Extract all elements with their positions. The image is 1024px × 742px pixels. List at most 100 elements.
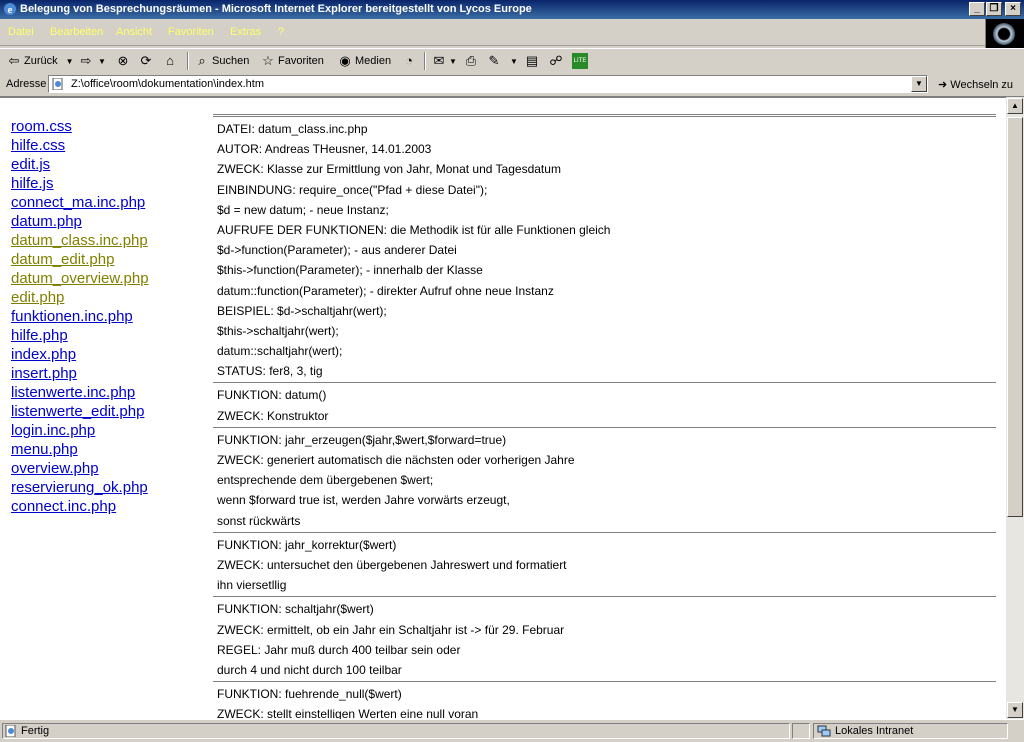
- address-dropdown-icon[interactable]: ▼: [911, 76, 927, 92]
- menu-bar: Datei Bearbeiten Ansicht Favoriten Extra…: [0, 20, 1024, 46]
- print-button[interactable]: ⎙: [463, 52, 481, 70]
- file-link[interactable]: edit.js: [11, 155, 149, 174]
- file-link[interactable]: index.php: [11, 345, 149, 364]
- doc-line: ZWECK: ermittelt, ob ein Jahr ein Schalt…: [217, 622, 565, 637]
- refresh-icon: ⟳: [140, 53, 152, 68]
- history-button[interactable]: ◔: [401, 52, 419, 70]
- back-label: Zurück: [24, 55, 58, 67]
- menu-help[interactable]: ?: [278, 26, 284, 38]
- file-link[interactable]: room.css: [11, 117, 149, 136]
- file-link[interactable]: datum_overview.php: [11, 269, 149, 288]
- file-link[interactable]: datum.php: [11, 212, 149, 231]
- doc-line: ZWECK: untersuchet den übergebenen Jahre…: [217, 557, 567, 572]
- menu-ansicht[interactable]: Ansicht: [116, 26, 152, 38]
- doc-line: datum::function(Parameter); - direkter A…: [217, 283, 554, 298]
- doc-line: REGEL: Jahr muß durch 400 teilbar sein o…: [217, 642, 461, 657]
- refresh-button[interactable]: ⟳: [138, 52, 156, 70]
- page-content: room.css hilfe.css edit.js hilfe.js connect_…: [0, 97, 1006, 720]
- search-button[interactable]: ⌕ Suchen: [194, 52, 249, 70]
- edit-dropdown-icon[interactable]: ▼: [510, 57, 518, 66]
- doc-line: wenn $forward true ist, werden Jahre vor…: [217, 493, 510, 508]
- scroll-down-icon[interactable]: ▼: [1007, 702, 1023, 718]
- doc-line: $d->function(Parameter); - aus anderer D…: [217, 243, 457, 258]
- scroll-up-icon[interactable]: ▲: [1007, 98, 1023, 114]
- file-link[interactable]: datum_class.inc.php: [11, 231, 149, 250]
- doc-section: FUNKTION: jahr_erzeugen($jahr,$wert,$for…: [213, 428, 996, 533]
- status-message: Fertig: [2, 723, 790, 739]
- go-button[interactable]: ➜ Wechseln zu: [938, 78, 1013, 91]
- edit-button[interactable]: ✎ ▼: [486, 52, 518, 70]
- doc-line: $this->schaltjahr(wert);: [217, 323, 339, 338]
- close-button[interactable]: ×: [1005, 2, 1021, 16]
- file-link[interactable]: login.inc.php: [11, 421, 149, 440]
- doc-line: $d = new datum; - neue Instanz;: [217, 202, 389, 217]
- status-bar: Fertig Lokales Intranet: [0, 719, 1024, 742]
- menu-bearbeiten[interactable]: Bearbeiten: [50, 26, 103, 38]
- menu-favoriten[interactable]: Favoriten: [168, 26, 214, 38]
- edit-icon: ✎: [488, 53, 500, 68]
- doc-line: FUNKTION: schaltjahr($wert): [217, 602, 374, 617]
- lycos-lite-button[interactable]: LITE: [572, 52, 590, 70]
- menu-extras[interactable]: Extras: [230, 26, 261, 38]
- address-value: Z:\office\room\dokumentation\index.htm: [71, 78, 265, 90]
- file-link[interactable]: connect_ma.inc.php: [11, 193, 149, 212]
- file-link[interactable]: listenwerte.inc.php: [11, 383, 149, 402]
- file-list: room.css hilfe.css edit.js hilfe.js connect_…: [11, 117, 149, 516]
- go-arrow-icon: ➜: [938, 79, 948, 91]
- doc-line: datum::schaltjahr(wert);: [217, 344, 343, 359]
- forward-button[interactable]: ⇨ ▼: [78, 52, 106, 70]
- messenger-button[interactable]: ☍: [548, 52, 566, 70]
- doc-section: DATEI: datum_class.inc.php AUTOR: Andreas…: [213, 117, 996, 384]
- stop-button[interactable]: ⊗: [115, 52, 133, 70]
- search-icon: ⌕: [198, 53, 206, 68]
- doc-line: STATUS: fer8, 3, tig: [217, 364, 323, 379]
- doc-section: FUNKTION: datum() ZWECK: Konstruktor: [213, 383, 996, 428]
- media-button[interactable]: ◉ Medien: [337, 52, 391, 70]
- file-link[interactable]: reservierung_ok.php: [11, 478, 149, 497]
- toolbar-separator: [424, 52, 426, 70]
- status-cell: [792, 723, 810, 739]
- maximize-button[interactable]: ❐: [986, 2, 1002, 16]
- back-dropdown-icon[interactable]: ▼: [66, 57, 74, 66]
- address-label: Adresse: [6, 78, 47, 90]
- ie-logo-icon: e: [4, 3, 16, 16]
- discuss-button[interactable]: ▤: [524, 52, 542, 70]
- media-icon: ◉: [339, 53, 351, 68]
- menu-datei[interactable]: Datei: [8, 26, 34, 38]
- doc-line: ZWECK: Klasse zur Ermittlung von Jahr, M…: [217, 162, 561, 177]
- mail-button[interactable]: ✉ ▼: [431, 52, 457, 70]
- file-link[interactable]: hilfe.php: [11, 326, 149, 345]
- favorites-label: Favoriten: [278, 55, 324, 67]
- file-link[interactable]: connect.inc.php: [11, 497, 149, 516]
- forward-dropdown-icon[interactable]: ▼: [98, 57, 106, 66]
- file-link[interactable]: hilfe.css: [11, 136, 149, 155]
- title-bar: e Belegung von Besprechungsräumen - Micr…: [0, 0, 1024, 19]
- file-link[interactable]: menu.php: [11, 440, 149, 459]
- favorites-icon: ☆: [262, 53, 274, 68]
- back-arrow-icon: ⇦: [8, 53, 20, 68]
- page-icon: [52, 78, 63, 90]
- doc-line: ZWECK: generiert automatisch die nächste…: [217, 453, 575, 467]
- doc-line: FUNKTION: fuehrende_null($wert): [217, 687, 402, 702]
- media-label: Medien: [355, 55, 392, 67]
- file-link[interactable]: listenwerte_edit.php: [11, 402, 149, 421]
- file-link[interactable]: hilfe.js: [11, 174, 149, 193]
- minimize-button[interactable]: _: [969, 2, 985, 16]
- file-link[interactable]: edit.php: [11, 288, 149, 307]
- home-button[interactable]: ⌂: [162, 52, 180, 70]
- doc-line: ZWECK: Konstruktor: [217, 408, 329, 423]
- go-label: Wechseln zu: [950, 79, 1014, 91]
- file-link[interactable]: funktionen.inc.php: [11, 307, 149, 326]
- favorites-button[interactable]: ☆ Favoriten: [260, 52, 324, 70]
- address-input[interactable]: Z:\office\room\dokumentation\index.htm ▼: [48, 75, 928, 93]
- doc-line: BEISPIEL: $d->schaltjahr(wert);: [217, 303, 387, 318]
- mail-dropdown-icon[interactable]: ▼: [449, 57, 457, 66]
- zone-text: Lokales Intranet: [835, 725, 914, 737]
- file-link[interactable]: overview.php: [11, 459, 149, 478]
- file-link[interactable]: datum_edit.php: [11, 250, 149, 269]
- file-link[interactable]: insert.php: [11, 364, 149, 383]
- print-icon: ⎙: [465, 53, 477, 68]
- scrollbar-thumb[interactable]: [1007, 117, 1023, 517]
- back-button[interactable]: ⇦ Zurück ▼: [6, 52, 74, 70]
- vertical-scrollbar[interactable]: ▲ ▼: [1006, 97, 1024, 719]
